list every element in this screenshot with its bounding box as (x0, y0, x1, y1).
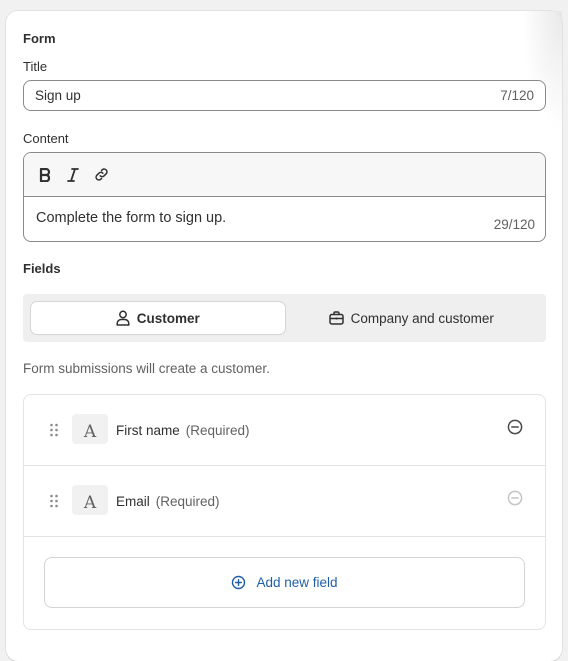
customer-type-toggle: Customer Company and customer (23, 294, 546, 342)
fields-list: A First name (Required) A Email (Required) (23, 394, 546, 630)
bold-button[interactable] (36, 164, 54, 186)
list-item: A Email (Required) (24, 466, 545, 537)
fields-section-title: Fields (23, 261, 61, 276)
text-type-icon: A (72, 414, 108, 444)
drag-handle-icon[interactable] (48, 493, 60, 509)
edge-shadow (522, 11, 562, 131)
title-label: Title (23, 59, 48, 74)
italic-button[interactable] (64, 164, 82, 186)
title-field[interactable]: Sign up 7/120 (23, 80, 546, 111)
title-char-count: 7/120 (500, 88, 534, 103)
link-icon (94, 168, 108, 181)
segment-company-and-customer[interactable]: Company and customer (285, 302, 539, 334)
editor-body[interactable]: Complete the form to sign up. 29/120 (24, 197, 545, 241)
content-label: Content (23, 131, 69, 146)
helper-text: Form submissions will create a customer. (23, 361, 270, 376)
italic-icon (67, 167, 79, 182)
field-name-label: Email (116, 494, 150, 509)
drag-handle-icon[interactable] (48, 422, 60, 438)
title-value[interactable]: Sign up (35, 88, 500, 103)
form-section-title: Form (23, 31, 56, 46)
remove-circle-icon[interactable] (506, 418, 524, 436)
form-settings-card: Form Title Sign up 7/120 Content Complet… (6, 11, 562, 661)
required-label: (Required) (185, 423, 250, 438)
content-char-count: 29/120 (493, 217, 535, 232)
content-editor[interactable]: Complete the form to sign up. 29/120 (23, 152, 546, 242)
plus-circle-icon (232, 575, 246, 590)
add-new-field-button[interactable]: Add new field (44, 557, 525, 608)
segment-company-label: Company and customer (350, 310, 494, 326)
add-field-area: Add new field (24, 537, 545, 629)
add-new-field-label: Add new field (256, 575, 338, 590)
person-icon (116, 310, 130, 326)
content-value[interactable]: Complete the form to sign up. (36, 210, 226, 226)
bold-icon (39, 167, 51, 182)
required-label: (Required) (155, 494, 220, 509)
text-type-icon: A (72, 485, 108, 515)
link-button[interactable] (92, 164, 110, 186)
briefcase-icon (328, 311, 344, 325)
field-name-label: First name (116, 423, 180, 438)
segment-customer[interactable]: Customer (31, 302, 285, 334)
segment-customer-label: Customer (136, 310, 200, 326)
list-item: A First name (Required) (24, 395, 545, 466)
editor-toolbar (24, 153, 545, 197)
field-name[interactable]: First name (Required) (116, 423, 250, 438)
remove-circle-icon (507, 490, 523, 506)
field-name[interactable]: Email (Required) (116, 494, 220, 509)
